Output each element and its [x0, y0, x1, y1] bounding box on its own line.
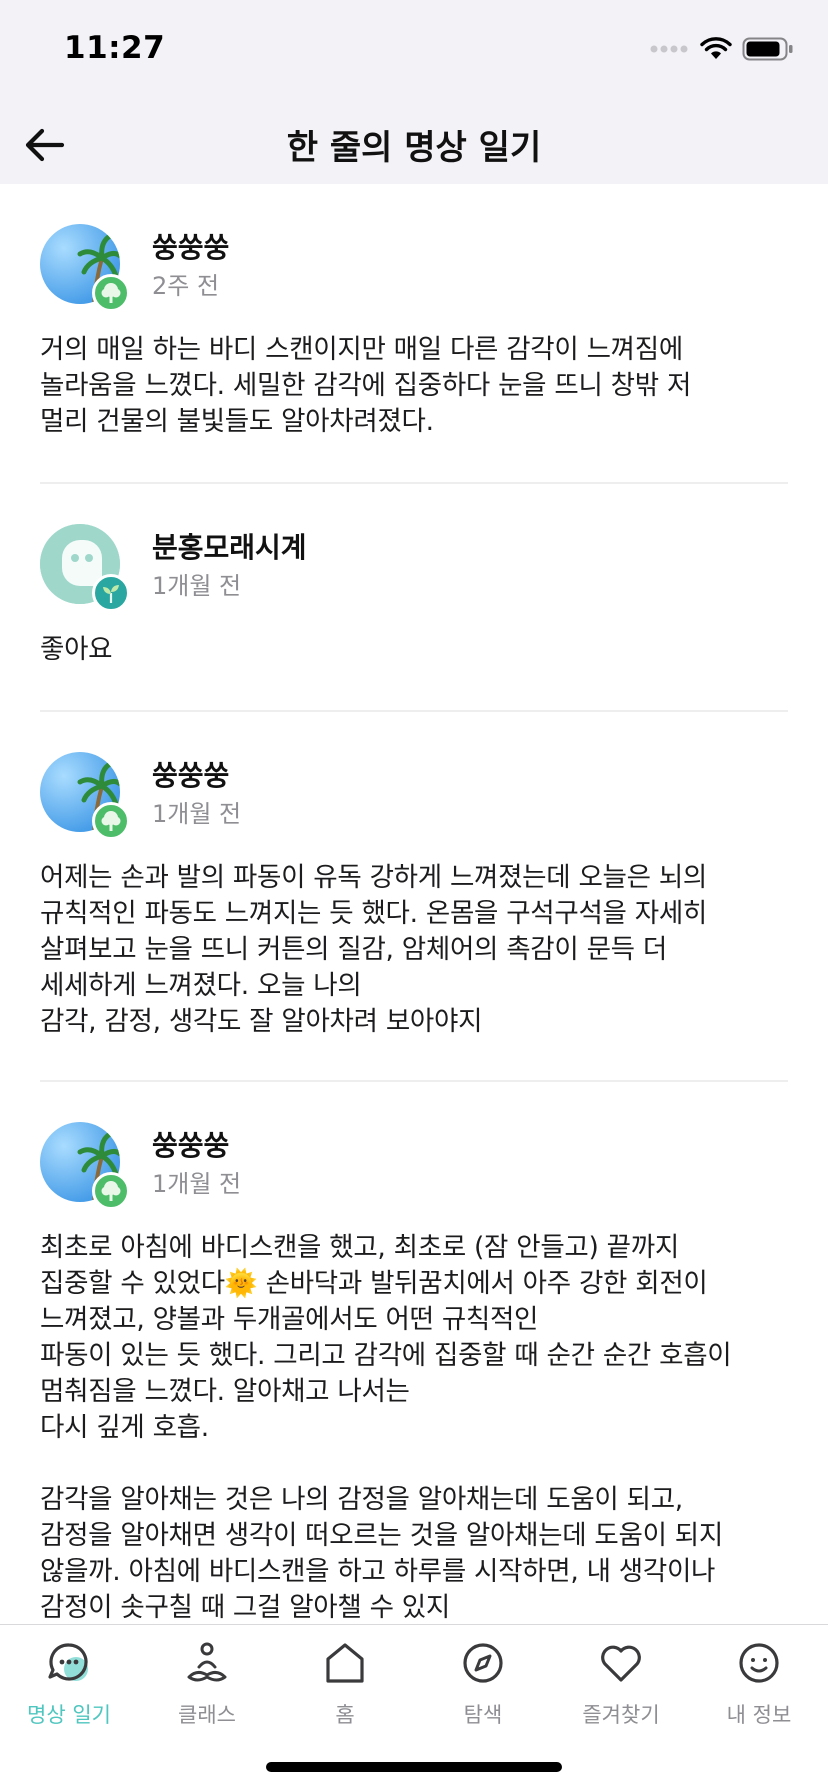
battery-icon — [742, 37, 793, 61]
tab-label: 탐색 — [463, 1703, 503, 1727]
tab-meditation-diary[interactable]: 명상 일기 — [0, 1639, 138, 1739]
post-body-text: 손바닥과 발뒤꿈치에서 아주 강한 회전이 느껴졌고, 양볼과 두개골에서도 어… — [40, 1268, 732, 1623]
post-time: 1개월 전 — [152, 572, 242, 600]
diary-feed[interactable]: 쑹쑹쑹 2주 전 거의 매일 하는 바디 스캔이지만 매일 다른 감각이 느껴짐… — [0, 184, 828, 1624]
tab-home[interactable]: 홈 — [276, 1639, 414, 1739]
home-indicator — [266, 1762, 562, 1772]
nav-bar: 한 줄의 명상 일기 — [0, 100, 828, 184]
status-bar: 11:27 — [0, 0, 828, 100]
tab-class[interactable]: 클래스 — [138, 1639, 276, 1739]
tab-explore[interactable]: 탐색 — [414, 1639, 552, 1739]
tab-favorites[interactable]: 즐겨찾기 — [552, 1639, 690, 1739]
post-author[interactable]: 쑹쑹쑹 — [152, 1124, 229, 1164]
post-author[interactable]: 쑹쑹쑹 — [152, 226, 229, 266]
signal-dots-icon — [650, 45, 688, 53]
post-divider — [40, 1080, 788, 1082]
page-title: 한 줄의 명상 일기 — [286, 128, 542, 168]
tab-label: 즐겨찾기 — [582, 1703, 660, 1727]
tree-badge — [92, 802, 130, 840]
diary-post[interactable]: 쑹쑹쑹 2주 전 거의 매일 하는 바디 스캔이지만 매일 다른 감각이 느껴짐… — [40, 224, 788, 437]
post-body: 어제는 손과 발의 파동이 유독 강하게 느껴졌는데 오늘은 뇌의 규칙적인 파… — [40, 862, 707, 1037]
sun-emoji-icon: 🌞 — [224, 1268, 258, 1299]
post-time: 2주 전 — [152, 272, 220, 300]
tree-badge — [92, 1172, 130, 1210]
tab-label: 홈 — [335, 1703, 355, 1727]
sprout-badge — [92, 574, 130, 612]
tab-label: 명상 일기 — [27, 1703, 111, 1727]
smiley-icon — [739, 1643, 779, 1683]
post-body: 거의 매일 하는 바디 스캔이지만 매일 다른 감각이 느껴짐에 놀라움을 느꼈… — [40, 334, 692, 437]
post-author[interactable]: 쑹쑹쑹 — [152, 754, 229, 794]
post-divider — [40, 482, 788, 484]
diary-post[interactable]: 쑹쑹쑹 1개월 전 어제는 손과 발의 파동이 유독 강하게 느껴졌는데 오늘은… — [40, 752, 788, 1052]
post-time: 1개월 전 — [152, 1170, 242, 1198]
tab-label: 클래스 — [178, 1703, 236, 1727]
tree-badge — [92, 274, 130, 312]
wifi-icon — [700, 37, 732, 59]
diary-post[interactable]: 쑹쑹쑹 1개월 전 최초로 아침에 바디스캔을 했고, 최초로 (잠 안들고) … — [40, 1122, 788, 1624]
post-divider — [40, 710, 788, 712]
chat-bubble-icon — [48, 1643, 88, 1681]
home-icon — [326, 1643, 364, 1683]
post-body: 좋아요 — [40, 634, 113, 665]
meditation-person-icon — [187, 1642, 227, 1682]
heart-icon — [601, 1645, 641, 1682]
tab-my-info[interactable]: 내 정보 — [690, 1639, 828, 1739]
status-icons — [650, 36, 794, 62]
post-time: 1개월 전 — [152, 800, 242, 828]
tab-label: 내 정보 — [726, 1703, 792, 1727]
compass-icon — [463, 1643, 503, 1683]
diary-post[interactable]: 분홍모래시계 1개월 전 좋아요 — [40, 524, 788, 674]
post-author[interactable]: 분홍모래시계 — [152, 526, 307, 566]
status-time: 11:27 — [64, 30, 166, 66]
post-body: 최초로 아침에 바디스캔을 했고, 최초로 (잠 안들고) 끝까지 집중할 수 … — [40, 1230, 788, 1624]
